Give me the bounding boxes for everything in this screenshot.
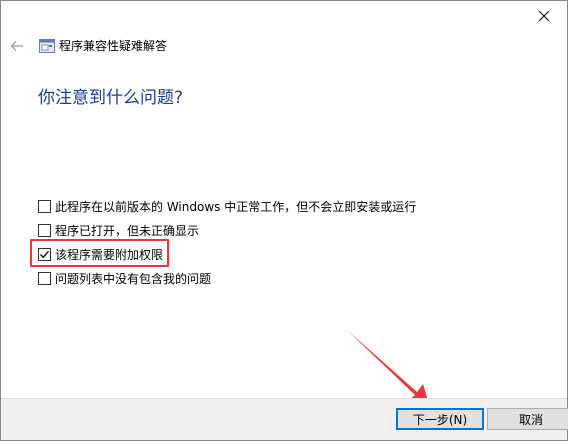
option-previous-windows[interactable]: 此程序在以前版本的 Windows 中正常工作，但不会立即安装或运行 <box>38 194 538 218</box>
option-not-listed[interactable]: 问题列表中没有包含我的问题 <box>38 266 538 290</box>
close-button[interactable] <box>521 1 567 31</box>
footer-bar: 下一步(N) 取消 <box>1 398 568 440</box>
checkbox[interactable] <box>38 223 51 237</box>
back-arrow-icon <box>10 41 23 51</box>
back-button[interactable] <box>7 37 27 55</box>
troubleshooter-window: 程序兼容性疑难解答 你注意到什么问题? 此程序在以前版本的 Windows 中正… <box>0 0 568 441</box>
checkbox[interactable] <box>38 271 51 285</box>
window-title: 程序兼容性疑难解答 <box>59 39 168 53</box>
cancel-button[interactable]: 取消 <box>487 408 568 430</box>
option-label: 此程序在以前版本的 Windows 中正常工作，但不会立即安装或运行 <box>55 199 417 214</box>
compatibility-wizard-icon <box>39 39 55 53</box>
checkbox[interactable] <box>38 199 51 213</box>
close-icon <box>538 10 550 22</box>
page-heading: 你注意到什么问题? <box>38 88 184 108</box>
annotation-highlight-box <box>30 239 169 267</box>
option-label: 程序已打开，但未正确显示 <box>55 223 200 238</box>
next-button[interactable]: 下一步(N) <box>396 408 484 430</box>
option-label: 问题列表中没有包含我的问题 <box>55 271 212 286</box>
